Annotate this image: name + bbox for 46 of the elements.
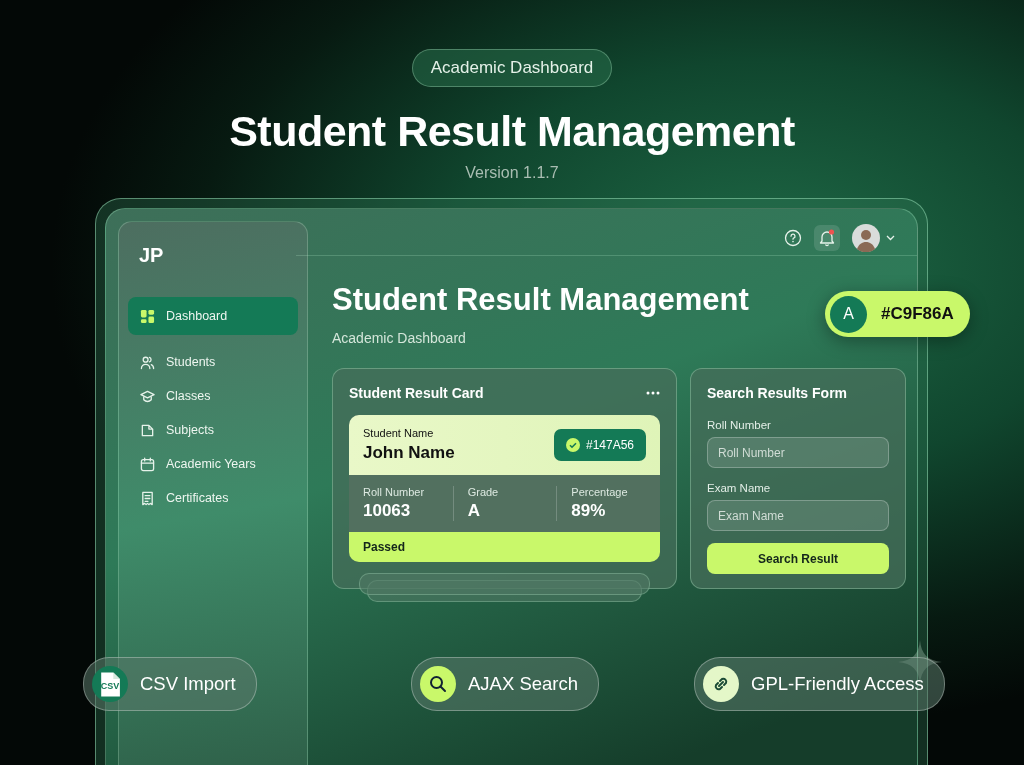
notification-button[interactable]	[814, 225, 840, 251]
card-title: Search Results Form	[707, 385, 848, 401]
status-bar: Passed	[349, 532, 660, 562]
feature-label: AJAX Search	[468, 673, 579, 695]
category-badge: Academic Dashboard	[411, 49, 613, 87]
avatar-icon[interactable]	[852, 224, 880, 252]
sidebar-item[interactable]: Certificates	[128, 481, 298, 515]
field-label: Roll Number	[707, 419, 771, 431]
logo-text: JP	[138, 244, 164, 267]
file-icon	[140, 422, 155, 438]
sidebar-item[interactable]: Students	[128, 345, 298, 379]
chevron-down-icon[interactable]	[886, 235, 895, 241]
sidebar-item[interactable]: Dashboard	[128, 297, 298, 335]
sidebar-item[interactable]: Academic Years	[128, 447, 298, 481]
hero-title: Student Result Management	[229, 107, 795, 156]
users-icon	[140, 354, 155, 370]
stat-value: 10063	[363, 501, 412, 521]
card-title: Student Result Card	[349, 385, 484, 401]
stat-value: 89%	[571, 501, 607, 521]
help-icon[interactable]	[784, 229, 802, 247]
field-label: Exam Name	[707, 482, 771, 494]
letter-avatar: A	[830, 295, 867, 333]
feature-label: CSV Import	[140, 673, 236, 695]
page-subtitle: Academic Dashboard	[332, 330, 467, 346]
link-icon	[703, 666, 739, 702]
stat-label: Grade	[467, 486, 500, 498]
search-button[interactable]: Search Result	[707, 543, 889, 574]
field-label: Student Name	[363, 427, 435, 439]
stat-value: A	[467, 501, 481, 521]
csv-file-icon: CSV	[92, 666, 128, 702]
graduation-cap-icon	[140, 388, 155, 404]
color-code: #C9F86A	[881, 304, 954, 324]
grid-icon	[140, 308, 155, 324]
id-badge: #147A56	[553, 429, 646, 461]
sidebar-item[interactable]: Classes	[128, 379, 298, 413]
more-icon[interactable]	[646, 391, 660, 395]
document-icon	[140, 490, 155, 506]
stat-label: Percentage	[571, 486, 629, 498]
page-title: Student Result Management	[332, 282, 749, 318]
calendar-icon	[140, 456, 155, 472]
sidebar-item[interactable]: Subjects	[128, 413, 298, 447]
stat-label: Roll Number	[363, 486, 426, 498]
feature-label: GPL-Friendly Access	[751, 673, 924, 695]
student-name: John Name	[363, 443, 455, 463]
search-icon	[420, 666, 456, 702]
version-text: Version 1.1.7	[465, 164, 559, 182]
